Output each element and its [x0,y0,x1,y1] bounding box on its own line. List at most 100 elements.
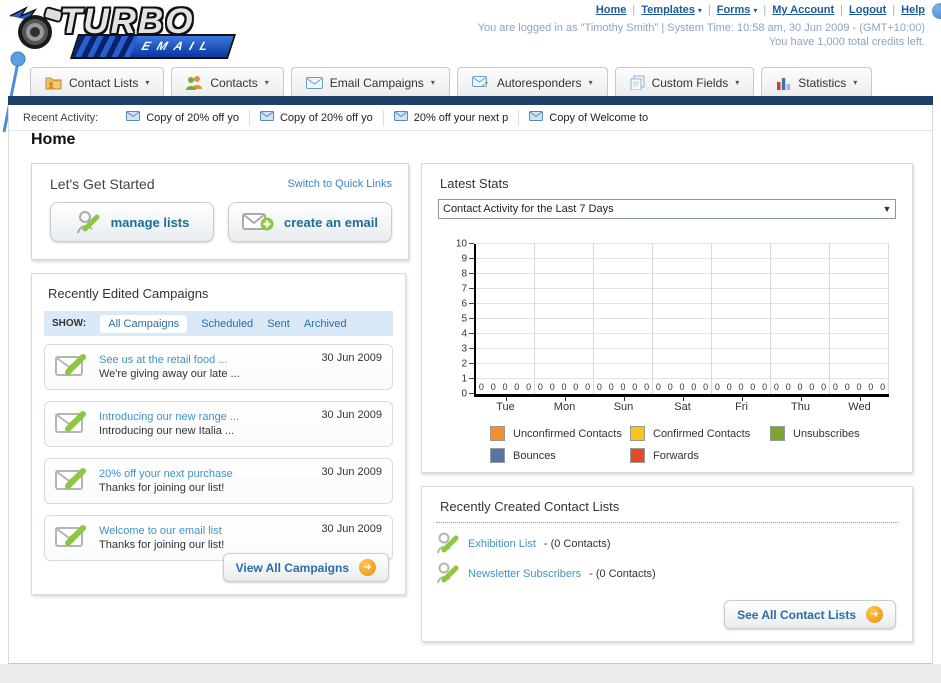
campaign-card[interactable]: 20% off your next purchase Thanks for joi… [44,458,393,504]
gridline [476,258,889,259]
legend-label: Unsubscribes [793,427,860,440]
bar-value-label: 0 [537,382,543,392]
contact-activity-chart: 0 1 2 3 4 5 6 7 8 9 10 000000000000000000000000000… [452,239,889,400]
tab-contact-lists[interactable]: Contact Lists ▾ [30,67,165,97]
see-all-contact-lists-button[interactable]: See All Contact Lists ➜ [724,600,896,629]
bar-value-label: 0 [620,382,626,392]
contact-list-name-link[interactable]: Exhibition List [468,538,536,550]
gridline [534,244,535,394]
y-tick-label: 4 [461,328,467,340]
bar-value-label: 0 [703,382,709,392]
create-email-label: create an email [284,214,378,230]
recent-activity-item-label: 20% off your next p [413,111,509,124]
page-title: Home [31,131,76,148]
filter-sent[interactable]: Sent [267,318,290,330]
recent-activity-item[interactable]: 20% off your next p [382,109,519,126]
contact-list-item[interactable]: Exhibition List - (0 Contacts) [436,529,912,559]
campaign-title-link[interactable]: 20% off your next purchase [99,468,233,480]
nav-link-my-account[interactable]: My Account [772,4,834,16]
person-edit-icon [436,531,460,558]
campaign-subtitle: Introducing our new Italia ... [99,425,235,437]
stats-filter-select[interactable]: Contact Activity for the Last 7 Days ▼ [438,199,896,219]
tab-statistics[interactable]: Statistics ▾ [761,67,873,97]
nav-link-templates[interactable]: Templates [641,4,695,16]
chevron-down-icon: ▾ [753,6,758,15]
campaign-title-link[interactable]: Introducing our new range ... [99,411,239,423]
x-tick-label: Tue [496,401,515,413]
tab-label: Contact Lists [69,75,139,90]
create-email-button[interactable]: create an email [228,202,392,242]
contact-lists-panel: Recently Created Contact Lists Exhibitio… [421,486,913,642]
contact-list-name-link[interactable]: Newsletter Subscribers [468,568,581,580]
gridline [888,244,889,394]
bar-value-label: 0 [714,382,720,392]
recent-activity-item[interactable]: Copy of 20% off yo [248,109,383,126]
bar-value-label: 0 [738,382,744,392]
envelope-edit-icon [55,466,89,497]
bar-value-label: 0 [844,382,850,392]
contact-list-item[interactable]: Newsletter Subscribers - (0 Contacts) [436,559,912,589]
chart-legend: Unconfirmed Contacts Confirmed Contacts Un… [490,426,910,470]
envelope-plus-icon [242,213,274,231]
nav-separator: | [632,4,636,16]
filter-archived[interactable]: Archived [304,318,347,330]
bar-value-label: 0 [667,382,673,392]
campaign-card[interactable]: Introducing our new range ... Introducing… [44,401,393,447]
legend-label: Bounces [513,449,556,462]
nav-link-home[interactable]: Home [596,4,627,16]
latest-stats-panel: Latest Stats Contact Activity for the La… [421,163,913,473]
switch-quick-links-link[interactable]: Switch to Quick Links [287,178,392,190]
bar-value-label: 0 [644,382,650,392]
gridline [476,318,889,319]
legend-label: Forwards [653,449,699,462]
y-tick-label: 8 [461,268,467,280]
campaign-date: 30 Jun 2009 [321,523,382,535]
manage-lists-button[interactable]: manage lists [50,202,214,242]
nav-link-logout[interactable]: Logout [849,4,886,16]
view-all-campaigns-label: View All Campaigns [235,560,349,575]
bar-value-label: 0 [490,382,496,392]
get-started-panel: Let's Get Started Switch to Quick Links … [31,163,409,260]
footer-band [0,664,941,683]
view-all-campaigns-button[interactable]: View All Campaigns ➜ [222,553,389,582]
campaign-texts: 20% off your next purchase Thanks for joi… [99,468,233,494]
chevron-down-icon: ▾ [430,78,435,87]
latest-stats-title: Latest Stats [440,176,509,191]
campaign-date: 30 Jun 2009 [321,466,382,478]
bar-value-label: 0 [514,382,520,392]
nav-link-forms[interactable]: Forms [717,4,751,16]
filter-scheduled[interactable]: Scheduled [201,318,253,330]
legend-item: Unsubscribes [770,426,910,441]
legend-label: Unconfirmed Contacts [513,427,622,440]
chevron-down-icon: ▾ [697,6,702,15]
bar-value-label: 0 [585,382,591,392]
campaign-filter-bar: SHOW: All Campaigns Scheduled Sent Archived [44,311,393,336]
campaign-card-list: See us at the retail food ... We're givin… [32,336,405,561]
campaign-card[interactable]: See us at the retail food ... We're givin… [44,344,393,390]
campaign-title-link[interactable]: Welcome to our email list [99,525,224,537]
stats-filter-value: Contact Activity for the Last 7 Days [443,203,614,215]
x-tick-label: Fri [735,401,748,413]
bar-value-label: 0 [880,382,886,392]
contact-lists-title: Recently Created Contact Lists [440,499,620,514]
people-icon [186,75,203,90]
recent-activity-item[interactable]: Copy of 20% off yo [116,110,249,126]
envelope-icon [529,111,544,124]
filter-all-campaigns[interactable]: All Campaigns [100,314,188,333]
tab-contacts[interactable]: Contacts ▾ [171,67,284,97]
tab-autoresponders[interactable]: Autoresponders ▾ [456,67,608,97]
campaign-title-link[interactable]: See us at the retail food ... [99,354,240,366]
recent-activity-item[interactable]: Copy of Welcome to [518,109,658,126]
envelope-icon [305,76,323,89]
y-tick-label: 6 [461,298,467,310]
person-edit-icon [436,561,460,588]
bar-value-label: 0 [691,382,697,392]
app-logo[interactable]: TURBO EMAIL [8,2,237,64]
tab-email-campaigns[interactable]: Email Campaigns ▾ [290,67,450,97]
tab-custom-fields[interactable]: Custom Fields ▾ [614,67,755,97]
bar-value-label: 0 [526,382,532,392]
nav-link-help[interactable]: Help [901,4,925,16]
gridline [770,244,771,394]
help-beacon-icon[interactable] [932,3,941,19]
gridline [476,273,889,274]
